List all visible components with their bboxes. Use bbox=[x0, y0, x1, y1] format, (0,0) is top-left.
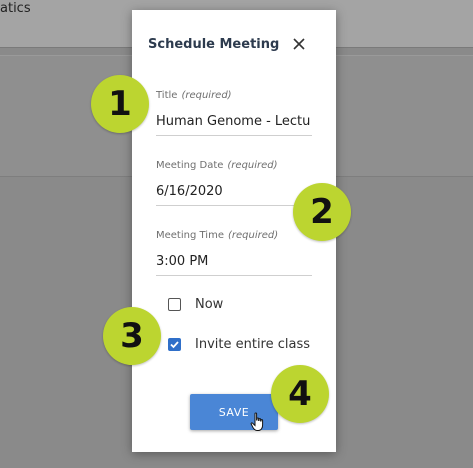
meeting-date-field[interactable]: Meeting Date (required) 6/16/2020 bbox=[156, 160, 312, 206]
title-label: Title (required) bbox=[156, 90, 232, 101]
meeting-date-required-note: (required) bbox=[227, 160, 278, 171]
meeting-time-underline bbox=[156, 275, 312, 276]
callout-2: 2 bbox=[293, 183, 351, 241]
meeting-time-input[interactable]: 3:00 PM bbox=[156, 253, 312, 271]
meeting-time-label: Meeting Time (required) bbox=[156, 230, 279, 241]
invite-class-checkbox[interactable] bbox=[168, 337, 181, 351]
hand-cursor-icon bbox=[250, 412, 266, 432]
invite-class-label: Invite entire class bbox=[195, 336, 311, 352]
now-option[interactable]: Now bbox=[168, 295, 223, 313]
title-input[interactable]: Human Genome - Lectu bbox=[156, 113, 312, 131]
background-header-text: atics bbox=[0, 1, 31, 16]
now-checkbox[interactable] bbox=[168, 297, 181, 311]
meeting-date-underline bbox=[156, 205, 312, 206]
meeting-time-field[interactable]: Meeting Time (required) 3:00 PM bbox=[156, 230, 312, 276]
title-underline bbox=[156, 135, 312, 136]
meeting-date-input[interactable]: 6/16/2020 bbox=[156, 183, 312, 201]
meeting-time-required-note: (required) bbox=[227, 230, 279, 241]
checkmark-icon bbox=[170, 340, 179, 348]
callout-1: 1 bbox=[91, 75, 149, 133]
now-label: Now bbox=[195, 296, 224, 312]
callout-4: 4 bbox=[271, 365, 329, 423]
page: atics Schedule Meeting Title (required) H… bbox=[0, 0, 473, 468]
title-field[interactable]: Title (required) Human Genome - Lectu bbox=[156, 90, 312, 136]
title-required-note: (required) bbox=[181, 90, 232, 101]
meeting-date-label: Meeting Date (required) bbox=[156, 160, 278, 171]
callout-3: 3 bbox=[103, 307, 161, 365]
close-icon[interactable] bbox=[290, 35, 308, 53]
dialog-title: Schedule Meeting bbox=[148, 37, 280, 52]
invite-class-option[interactable]: Invite entire class bbox=[168, 335, 310, 353]
